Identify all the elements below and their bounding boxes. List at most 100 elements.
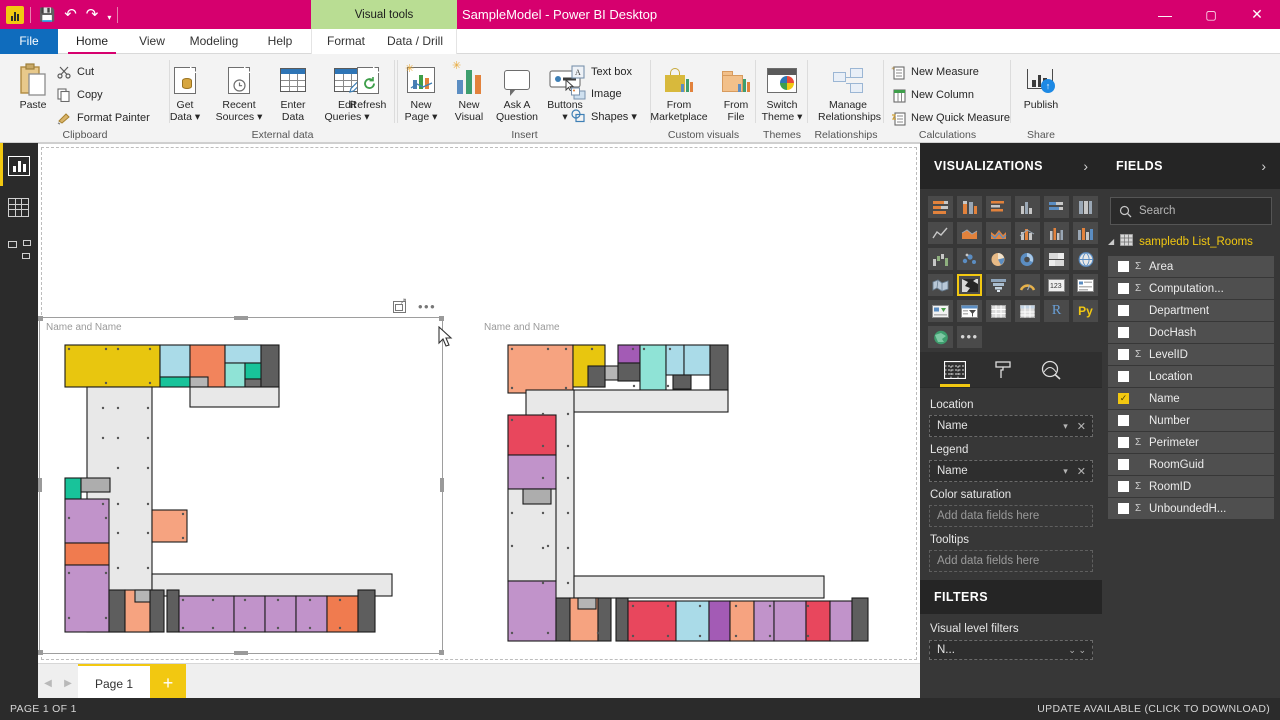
tab-file[interactable]: File: [0, 29, 58, 54]
field-checkbox[interactable]: [1118, 349, 1129, 360]
viz-icon-table[interactable]: [986, 300, 1011, 322]
field-checkbox[interactable]: [1118, 283, 1129, 294]
manage-relationships-button[interactable]: Manage Relationships: [818, 60, 881, 123]
viz-icon-r-script-visual[interactable]: R: [1044, 300, 1069, 322]
viz-icon-line-stacked-column-chart[interactable]: [1015, 222, 1040, 244]
tab-help[interactable]: Help: [250, 29, 310, 54]
switch-theme-button[interactable]: Switch Theme ▾: [755, 60, 809, 123]
new-quick-measure-button[interactable]: New Quick Measure: [890, 110, 1010, 126]
viz-icon-line-chart[interactable]: [928, 222, 953, 244]
floorplan-visual-right[interactable]: Name and Name: [478, 318, 898, 653]
tab-format[interactable]: Format: [318, 29, 374, 54]
viz-icon-100-stacked-bar-chart[interactable]: [1044, 196, 1069, 218]
list-item-name-selected[interactable]: ✓ Name: [1108, 388, 1274, 409]
undo-icon[interactable]: ↶: [64, 7, 77, 22]
maximize-button[interactable]: ▢: [1188, 0, 1234, 29]
viz-icon-stacked-area-chart[interactable]: [986, 222, 1011, 244]
field-checkbox[interactable]: [1118, 327, 1129, 338]
list-item[interactable]: RoomGuid: [1108, 454, 1274, 475]
sidebar-item-model-view[interactable]: [8, 240, 32, 264]
viz-icon-donut-chart[interactable]: [1015, 248, 1040, 270]
field-checkbox[interactable]: [1118, 415, 1129, 426]
list-item[interactable]: Σ Computation...: [1108, 278, 1274, 299]
chevron-collapse-icon[interactable]: ◢: [1108, 237, 1114, 246]
page-next-button[interactable]: ▶: [58, 678, 78, 689]
page-tab-page-1[interactable]: Page 1: [78, 663, 150, 703]
more-options-icon[interactable]: •••: [418, 300, 436, 313]
list-item[interactable]: Σ UnboundedH...: [1108, 498, 1274, 519]
viz-icon-filled-map[interactable]: [928, 274, 953, 296]
chevron-down-icon[interactable]: ▾: [1063, 421, 1068, 432]
fields-tab[interactable]: [940, 357, 970, 387]
floorplan-visual-left[interactable]: Name and Name: [38, 316, 444, 655]
focus-mode-icon[interactable]: [393, 296, 407, 313]
viz-icon-gauge-chart[interactable]: [1015, 274, 1040, 296]
new-visual-button[interactable]: ✳ New Visual: [442, 60, 496, 123]
tab-data-drill[interactable]: Data / Drill: [376, 29, 454, 54]
image-button[interactable]: Image: [570, 86, 622, 102]
viz-icon-kpi[interactable]: [928, 300, 953, 322]
location-well[interactable]: Name ▾ ✕: [929, 415, 1093, 437]
viz-icon-shape-map[interactable]: [957, 274, 982, 296]
refresh-button[interactable]: Refresh: [341, 60, 395, 112]
field-checkbox[interactable]: [1118, 481, 1129, 492]
chevron-down-icon[interactable]: ⌄ ⌄: [1068, 645, 1086, 656]
expand-fields-icon[interactable]: ›: [1261, 158, 1266, 174]
viz-icon-python-visual[interactable]: Py: [1073, 300, 1098, 322]
ask-a-question-button[interactable]: Ask A Question: [490, 60, 544, 123]
copy-button[interactable]: Copy: [56, 87, 103, 103]
viz-icon-scatter-chart[interactable]: [957, 248, 982, 270]
tab-modeling[interactable]: Modeling: [178, 29, 250, 54]
viz-icon-ribbon-chart[interactable]: [1073, 222, 1098, 244]
list-item[interactable]: Σ LevelID: [1108, 344, 1274, 365]
new-column-button[interactable]: New Column: [890, 87, 974, 103]
visual-level-filter-item[interactable]: N... ⌄ ⌄: [929, 640, 1093, 660]
field-checkbox[interactable]: [1118, 503, 1129, 514]
new-page-button[interactable]: ✳ New Page ▾: [394, 60, 448, 123]
enter-data-button[interactable]: Enter Data: [266, 60, 320, 123]
list-item[interactable]: Σ Perimeter: [1108, 432, 1274, 453]
text-box-button[interactable]: A Text box: [570, 64, 632, 80]
report-canvas[interactable]: ••• Name and Name: [38, 143, 920, 663]
get-data-button[interactable]: Get Data ▾: [158, 60, 212, 123]
list-item[interactable]: Σ RoomID: [1108, 476, 1274, 497]
viz-icon-waterfall-chart[interactable]: [928, 248, 953, 270]
add-page-button[interactable]: +: [150, 663, 186, 703]
resize-handle-left[interactable]: [38, 478, 42, 492]
sidebar-item-data-view[interactable]: [8, 198, 32, 222]
format-painter-button[interactable]: Format Painter: [56, 110, 150, 126]
list-item[interactable]: DocHash: [1108, 322, 1274, 343]
viz-icon-arcgis-map[interactable]: [928, 326, 953, 348]
list-item[interactable]: Location: [1108, 366, 1274, 387]
new-measure-button[interactable]: ✳ New Measure: [890, 64, 979, 80]
paste-button[interactable]: Paste: [6, 60, 60, 112]
viz-icon-slicer[interactable]: [957, 300, 982, 322]
legend-well[interactable]: Name ▾ ✕: [929, 460, 1093, 482]
viz-icon-map[interactable]: [1073, 248, 1098, 270]
viz-icon-funnel-chart[interactable]: [986, 274, 1011, 296]
field-checkbox[interactable]: [1118, 261, 1129, 272]
resize-handle-top-left[interactable]: [38, 316, 43, 321]
viz-icon-card[interactable]: 123: [1044, 274, 1069, 296]
search-input[interactable]: Search: [1110, 197, 1272, 225]
fields-table-header[interactable]: ◢ sampledb List_Rooms: [1102, 225, 1280, 255]
field-checkbox[interactable]: [1118, 371, 1129, 382]
shapes-button[interactable]: Shapes ▾: [570, 108, 637, 124]
viz-icon-100-stacked-column-chart[interactable]: [1073, 196, 1098, 218]
tab-home[interactable]: Home: [58, 29, 126, 54]
resize-handle-top[interactable]: [234, 316, 248, 320]
cut-button[interactable]: Cut: [56, 64, 94, 80]
viz-icon-more-visuals[interactable]: •••: [957, 326, 982, 348]
viz-icon-multi-row-card[interactable]: [1073, 274, 1098, 296]
remove-field-icon[interactable]: ✕: [1077, 420, 1086, 433]
viz-icon-area-chart[interactable]: [957, 222, 982, 244]
viz-icon-clustered-column-chart[interactable]: [1015, 196, 1040, 218]
field-checkbox[interactable]: [1118, 305, 1129, 316]
list-item[interactable]: Department: [1108, 300, 1274, 321]
redo-icon[interactable]: ↷: [86, 7, 99, 22]
minimize-button[interactable]: —: [1142, 0, 1188, 29]
field-checkbox[interactable]: ✓: [1118, 393, 1129, 404]
analytics-tab[interactable]: [1038, 357, 1064, 383]
resize-handle-bottom-left[interactable]: [38, 650, 43, 655]
viz-icon-clustered-bar-chart[interactable]: [986, 196, 1011, 218]
